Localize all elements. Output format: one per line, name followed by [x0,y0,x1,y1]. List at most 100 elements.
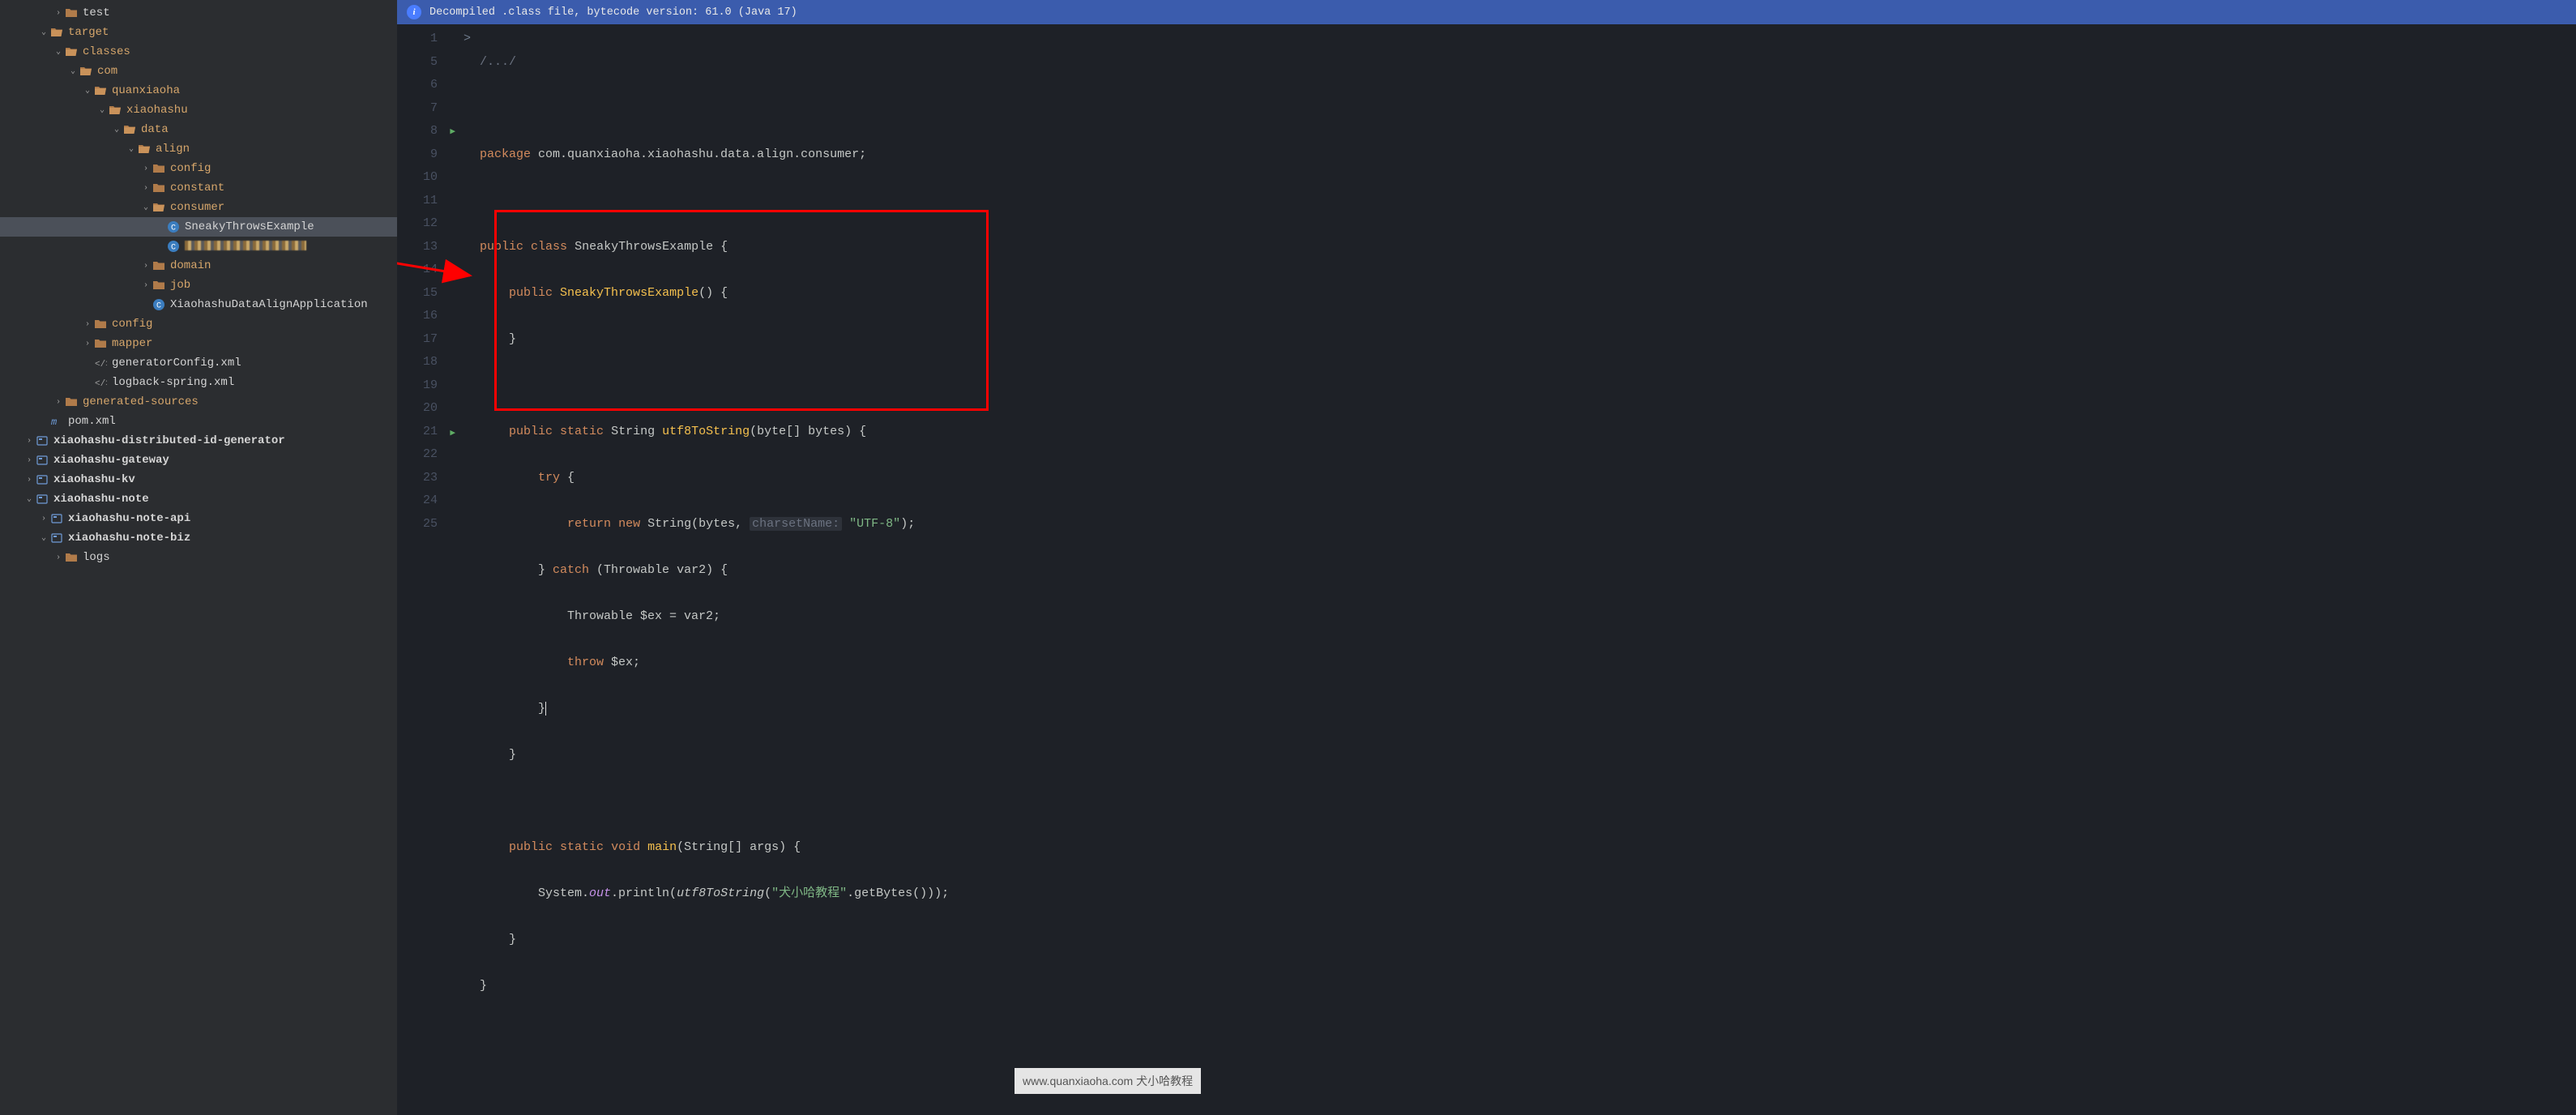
tree-item-domain[interactable]: › domain [0,256,397,276]
chevron-icon[interactable]: › [139,262,152,271]
project-tree-sidebar[interactable]: ›test⌄target⌄classes⌄com⌄quanxiaoha⌄xiao… [0,0,397,1115]
tree-item-label: com [97,65,117,78]
chevron-icon[interactable]: ⌄ [23,494,36,504]
tree-item-label: xiaohashu [126,104,188,117]
chevron-icon[interactable]: › [52,9,65,18]
tree-item-generatorConfig.xml[interactable]: </> generatorConfig.xml [0,353,397,373]
tree-item-logs[interactable]: ›logs [0,548,397,567]
svg-text:</>: </> [95,379,107,389]
tree-item-xiaohashu-note-api[interactable]: ›xiaohashu-note-api [0,509,397,528]
tree-item-xiaohashu-note-biz[interactable]: ⌄ xiaohashu-note-biz [0,528,397,548]
tree-item-label: generated-sources [83,395,199,408]
tree-item-test[interactable]: ›test [0,3,397,23]
svg-text:C: C [171,244,176,253]
chevron-icon[interactable]: › [139,164,152,173]
tree-item-job[interactable]: › job [0,276,397,295]
tree-item-xiaohashu-note[interactable]: ⌄ xiaohashu-note [0,489,397,509]
chevron-icon[interactable]: ⌄ [139,203,152,212]
chevron-icon[interactable]: ⌄ [96,105,109,115]
tree-item-pom.xml[interactable]: mpom.xml [0,412,397,431]
folded-region[interactable]: /.../ [480,55,516,69]
chevron-icon[interactable]: ⌄ [81,86,94,96]
chevron-icon[interactable]: ⌄ [110,125,123,135]
chevron-icon[interactable]: ⌄ [37,533,50,543]
run-gutter[interactable]: ▶ ▶ [446,28,464,1115]
svg-text:C: C [156,302,161,311]
folder-open-icon [152,201,165,214]
param-hint: charsetName: [750,517,842,531]
module-icon [36,473,49,486]
tree-item-label: config [170,162,211,175]
tree-item-label: config [112,318,152,331]
tree-item-label: domain [170,259,211,272]
tree-item-com[interactable]: ⌄ com [0,62,397,81]
tree-item-label [185,240,306,253]
module-icon [36,434,49,447]
run-gutter-icon[interactable]: ▶ [450,127,455,137]
folder-icon [65,551,78,564]
run-gutter-icon[interactable]: ▶ [450,429,455,438]
tree-item-xiaohashu[interactable]: ⌄ xiaohashu [0,100,397,120]
chevron-icon[interactable]: › [81,320,94,329]
tree-item-data[interactable]: ⌄ data [0,120,397,139]
tree-item-config[interactable]: › config [0,314,397,334]
info-icon: i [407,5,421,19]
chevron-icon[interactable]: › [81,340,94,348]
tree-item-logback-spring.xml[interactable]: </> logback-spring.xml [0,373,397,392]
tree-item-label: data [141,123,169,136]
folder-open-icon [123,123,136,136]
tree-item-classes[interactable]: ⌄classes [0,42,397,62]
chevron-icon[interactable]: › [139,184,152,193]
tree-item-align[interactable]: ⌄align [0,139,397,159]
tree-item-label: constant [170,182,224,194]
tree-item-xiaohashu-gateway[interactable]: ›xiaohashu-gateway [0,451,397,470]
code-lines[interactable]: /.../ package com.quanxiaoha.xiaohashu.d… [480,28,949,1115]
chevron-icon[interactable]: › [23,476,36,485]
folder-icon [152,259,165,272]
chevron-icon[interactable]: ⌄ [125,144,138,154]
folder-icon [94,337,107,350]
module-icon [50,532,63,545]
chevron-icon[interactable]: ⌄ [52,47,65,57]
tree-item-label: job [170,279,190,292]
module-icon [36,454,49,467]
chevron-icon[interactable]: › [37,515,50,523]
xml-icon: </> [94,357,107,370]
tree-item-label: xiaohashu-kv [53,473,135,486]
tree-item-xiaohashu-distributed-id-generator[interactable]: › xiaohashu-distributed-id-generator [0,431,397,451]
folder-open-icon [79,65,92,78]
chevron-icon[interactable]: › [23,437,36,446]
tree-item-generated-sources[interactable]: › generated-sources [0,392,397,412]
class-icon: C [167,240,180,253]
tree-item-label: generatorConfig.xml [112,357,241,370]
tree-item-SneakyThrowsExample[interactable]: CSneakyThrowsExample [0,217,397,237]
tree-item-label: xiaohashu-distributed-id-generator [53,434,285,447]
tree-item-consumer[interactable]: ⌄ consumer [0,198,397,217]
tree-item-quanxiaoha[interactable]: ⌄quanxiaoha [0,81,397,100]
xml-icon: </> [94,376,107,389]
folder-icon [94,318,107,331]
chevron-icon[interactable]: › [139,281,152,290]
chevron-icon[interactable]: › [23,456,36,465]
folder-icon [65,6,78,19]
tree-item-label: xiaohashu-note [53,493,149,506]
tree-item-label: xiaohashu-note-biz [68,532,190,545]
chevron-icon[interactable]: › [52,553,65,562]
module-icon [50,512,63,525]
tree-item-constant[interactable]: › constant [0,178,397,198]
svg-text:</>: </> [95,360,107,370]
tree-item-blurred[interactable]: C [0,237,397,256]
chevron-icon[interactable]: ⌄ [66,66,79,76]
tree-item-xiaohashu-kv[interactable]: › xiaohashu-kv [0,470,397,489]
tree-item-label: consumer [170,201,224,214]
tree-item-XiaohashuDataAlignApplication[interactable]: CXiaohashuDataAlignApplication [0,295,397,314]
fold-gutter[interactable]: > [464,28,480,1115]
code-area[interactable]: 15678910111213141516171819202122232425 ▶… [397,24,2576,1115]
tree-item-config[interactable]: › config [0,159,397,178]
chevron-icon[interactable]: ⌄ [37,28,50,37]
folder-icon [152,279,165,292]
chevron-icon[interactable]: › [52,398,65,407]
tree-item-mapper[interactable]: ›mapper [0,334,397,353]
tree-item-target[interactable]: ⌄target [0,23,397,42]
tree-item-label: logback-spring.xml [112,376,234,389]
